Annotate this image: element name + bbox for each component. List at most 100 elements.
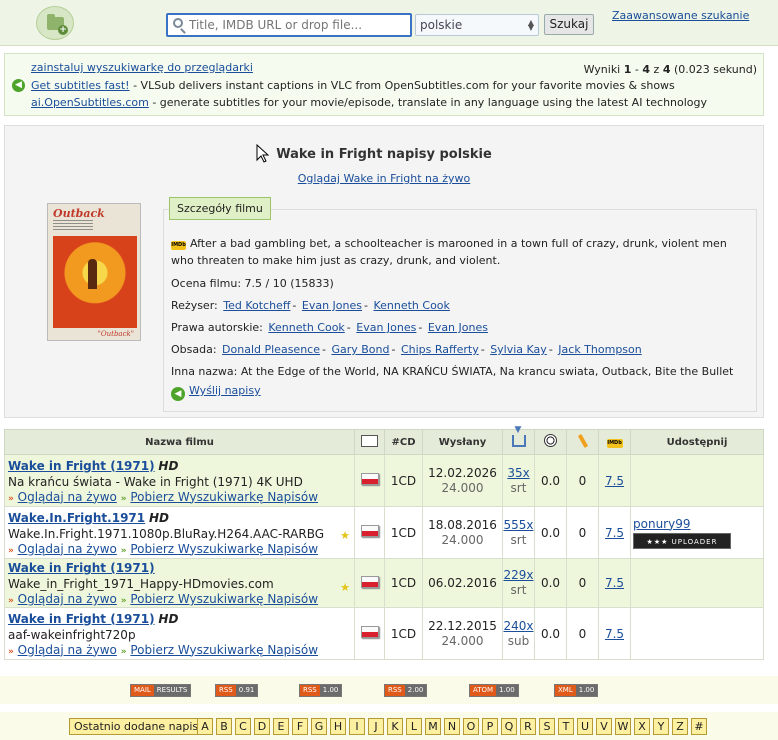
- watch-live-link[interactable]: Oglądaj na żywo: [18, 490, 117, 504]
- letter-i-button[interactable]: I: [349, 718, 365, 735]
- letter-e-button[interactable]: E: [273, 718, 289, 735]
- logo-folder-add-icon[interactable]: +: [36, 6, 74, 40]
- language-select[interactable]: polskie ▲ ▼: [415, 14, 539, 36]
- watch-live-link[interactable]: Oglądaj na żywo: [18, 592, 117, 606]
- col-movie-name[interactable]: Nazwa filmu: [4, 429, 355, 455]
- letter-z-button[interactable]: Z: [672, 718, 688, 735]
- vlsub-link[interactable]: Get subtitles fast!: [31, 79, 130, 92]
- letter-d-button[interactable]: D: [254, 718, 270, 735]
- letter-q-button[interactable]: Q: [501, 718, 517, 735]
- send-subtitles-link[interactable]: Wyślij napisy: [189, 384, 261, 397]
- feed-mail-results-button[interactable]: MAIL RESULTS: [130, 684, 192, 697]
- subtitle-title-link[interactable]: Wake in Fright (1971): [8, 561, 155, 575]
- col-downloads[interactable]: [502, 425, 535, 455]
- feed-rss-091-button[interactable]: RSS 0.91: [215, 684, 259, 697]
- watch-live-link[interactable]: Oglądaj na żywo: [18, 643, 117, 657]
- letter-u-button[interactable]: U: [577, 718, 593, 735]
- search-box[interactable]: [166, 13, 412, 37]
- writer-link[interactable]: Evan Jones: [428, 321, 488, 334]
- col-sent[interactable]: Wysłany: [422, 429, 503, 455]
- get-search-engine-link[interactable]: Pobierz Wyszukiwarkę Napisów: [130, 592, 318, 606]
- advanced-search-link[interactable]: Zaawansowane szukanie: [612, 9, 749, 22]
- letter-f-button[interactable]: F: [292, 718, 308, 735]
- watch-live-link[interactable]: Oglądaj na żywo: [18, 542, 117, 556]
- letter-k-button[interactable]: K: [387, 718, 403, 735]
- cast-link[interactable]: Jack Thompson: [558, 343, 641, 356]
- imdb-rating-link[interactable]: 7.5: [605, 526, 624, 540]
- cast-link[interactable]: Donald Pleasence: [222, 343, 320, 356]
- letter-w-button[interactable]: W: [615, 718, 631, 735]
- imdb-cell: 7.5: [598, 558, 631, 608]
- letter-x-button[interactable]: X: [634, 718, 650, 735]
- results-time: (0.023 sekund): [670, 63, 757, 76]
- tab-movie-details[interactable]: Szczegóły filmu: [169, 197, 271, 220]
- letter-j-button[interactable]: J: [368, 718, 384, 735]
- cast-link[interactable]: Gary Bond: [331, 343, 389, 356]
- letter-v-button[interactable]: V: [596, 718, 612, 735]
- ai-link[interactable]: ai.OpenSubtitles.com: [31, 96, 149, 109]
- subtitle-title-link[interactable]: Wake in Fright (1971): [8, 459, 155, 473]
- letter-p-button[interactable]: P: [482, 718, 498, 735]
- plot-text: After a bad gambling bet, a schoolteache…: [171, 237, 727, 267]
- col-rating[interactable]: [534, 429, 567, 455]
- download-count-link[interactable]: 240x: [503, 619, 533, 633]
- download-count-link[interactable]: 229x: [503, 568, 533, 582]
- director-link[interactable]: Kenneth Cook: [373, 299, 449, 312]
- feed-xml-button[interactable]: XML 1.00: [554, 684, 599, 697]
- letter-a-button[interactable]: A: [197, 718, 213, 735]
- feed-rss-100-button[interactable]: RSS 1.00: [299, 684, 343, 697]
- table-row[interactable]: Wake in Fright (1971) Wake_in_Fright_197…: [4, 558, 764, 608]
- get-search-engine-link[interactable]: Pobierz Wyszukiwarkę Napisów: [130, 490, 318, 504]
- watch-live-link[interactable]: Oglądaj Wake in Fright na żywo: [298, 172, 470, 185]
- director-link[interactable]: Evan Jones: [302, 299, 362, 312]
- download-count-link[interactable]: 35x: [507, 466, 529, 480]
- movie-poster[interactable]: Outback "Outback": [47, 203, 141, 341]
- col-cd[interactable]: #CD: [384, 429, 423, 455]
- letter-l-button[interactable]: L: [406, 718, 422, 735]
- col-share[interactable]: Udostępnij: [630, 429, 764, 455]
- letter-c-button[interactable]: C: [235, 718, 251, 735]
- col-imdb[interactable]: IMDb: [598, 429, 631, 455]
- letter-o-button[interactable]: O: [463, 718, 479, 735]
- letter-g-button[interactable]: G: [311, 718, 327, 735]
- cast-link[interactable]: Chips Rafferty: [401, 343, 479, 356]
- cast-link[interactable]: Sylvia Kay: [490, 343, 547, 356]
- search-input[interactable]: [187, 17, 407, 33]
- subtitle-title-link[interactable]: Wake.In.Fright.1971: [8, 511, 145, 525]
- download-count-link[interactable]: 555x: [503, 518, 533, 532]
- letter-s-button[interactable]: S: [539, 718, 555, 735]
- writer-link[interactable]: Evan Jones: [356, 321, 416, 334]
- col-language[interactable]: [354, 429, 385, 455]
- writer-link[interactable]: Kenneth Cook: [268, 321, 344, 334]
- letter-r-button[interactable]: R: [520, 718, 536, 735]
- release-name: Wake_in_Fright_1971_Happy-HDmovies.com: [8, 577, 274, 591]
- feed-rss-200-button[interactable]: RSS 2.00: [384, 684, 428, 697]
- search-button[interactable]: Szukaj: [544, 14, 594, 35]
- letter-t-button[interactable]: T: [558, 718, 574, 735]
- uploader-link[interactable]: ponury99: [633, 517, 690, 531]
- letter-n-button[interactable]: N: [444, 718, 460, 735]
- rating-cell: 0.0: [534, 506, 567, 559]
- table-header-row: Nazwa filmu #CD Wysłany IMDb Udostępnij: [4, 425, 764, 455]
- letter-m-button[interactable]: M: [425, 718, 441, 735]
- letter-hash-button[interactable]: #: [691, 718, 707, 735]
- table-row[interactable]: Wake in Fright (1971) HD aaf-wakeinfrigh…: [4, 607, 764, 660]
- get-search-engine-link[interactable]: Pobierz Wyszukiwarkę Napisów: [130, 542, 318, 556]
- feed-atom-button[interactable]: ATOM 1.00: [469, 684, 519, 697]
- director-link[interactable]: Ted Kotcheff: [223, 299, 290, 312]
- col-comments[interactable]: [566, 429, 599, 455]
- letter-y-button[interactable]: Y: [653, 718, 669, 735]
- get-search-engine-link[interactable]: Pobierz Wyszukiwarkę Napisów: [130, 643, 318, 657]
- latest-subtitles-button[interactable]: Ostatnio dodane napisy: [69, 718, 210, 735]
- table-row[interactable]: Wake.In.Fright.1971 HD Wake.In.Fright.19…: [4, 506, 764, 559]
- feed-value: RESULTS: [156, 686, 188, 694]
- subtitle-title-link[interactable]: Wake in Fright (1971): [8, 612, 155, 626]
- table-row[interactable]: Wake in Fright (1971) HD Na krańcu świat…: [4, 454, 764, 507]
- flag-cell: [354, 558, 385, 608]
- imdb-rating-link[interactable]: 7.5: [605, 627, 624, 641]
- install-search-link[interactable]: zainstaluj wyszukiwarkę do przeglądarki: [31, 61, 253, 74]
- letter-h-button[interactable]: H: [330, 718, 346, 735]
- letter-b-button[interactable]: B: [216, 718, 232, 735]
- imdb-rating-link[interactable]: 7.5: [605, 576, 624, 590]
- imdb-rating-link[interactable]: 7.5: [605, 474, 624, 488]
